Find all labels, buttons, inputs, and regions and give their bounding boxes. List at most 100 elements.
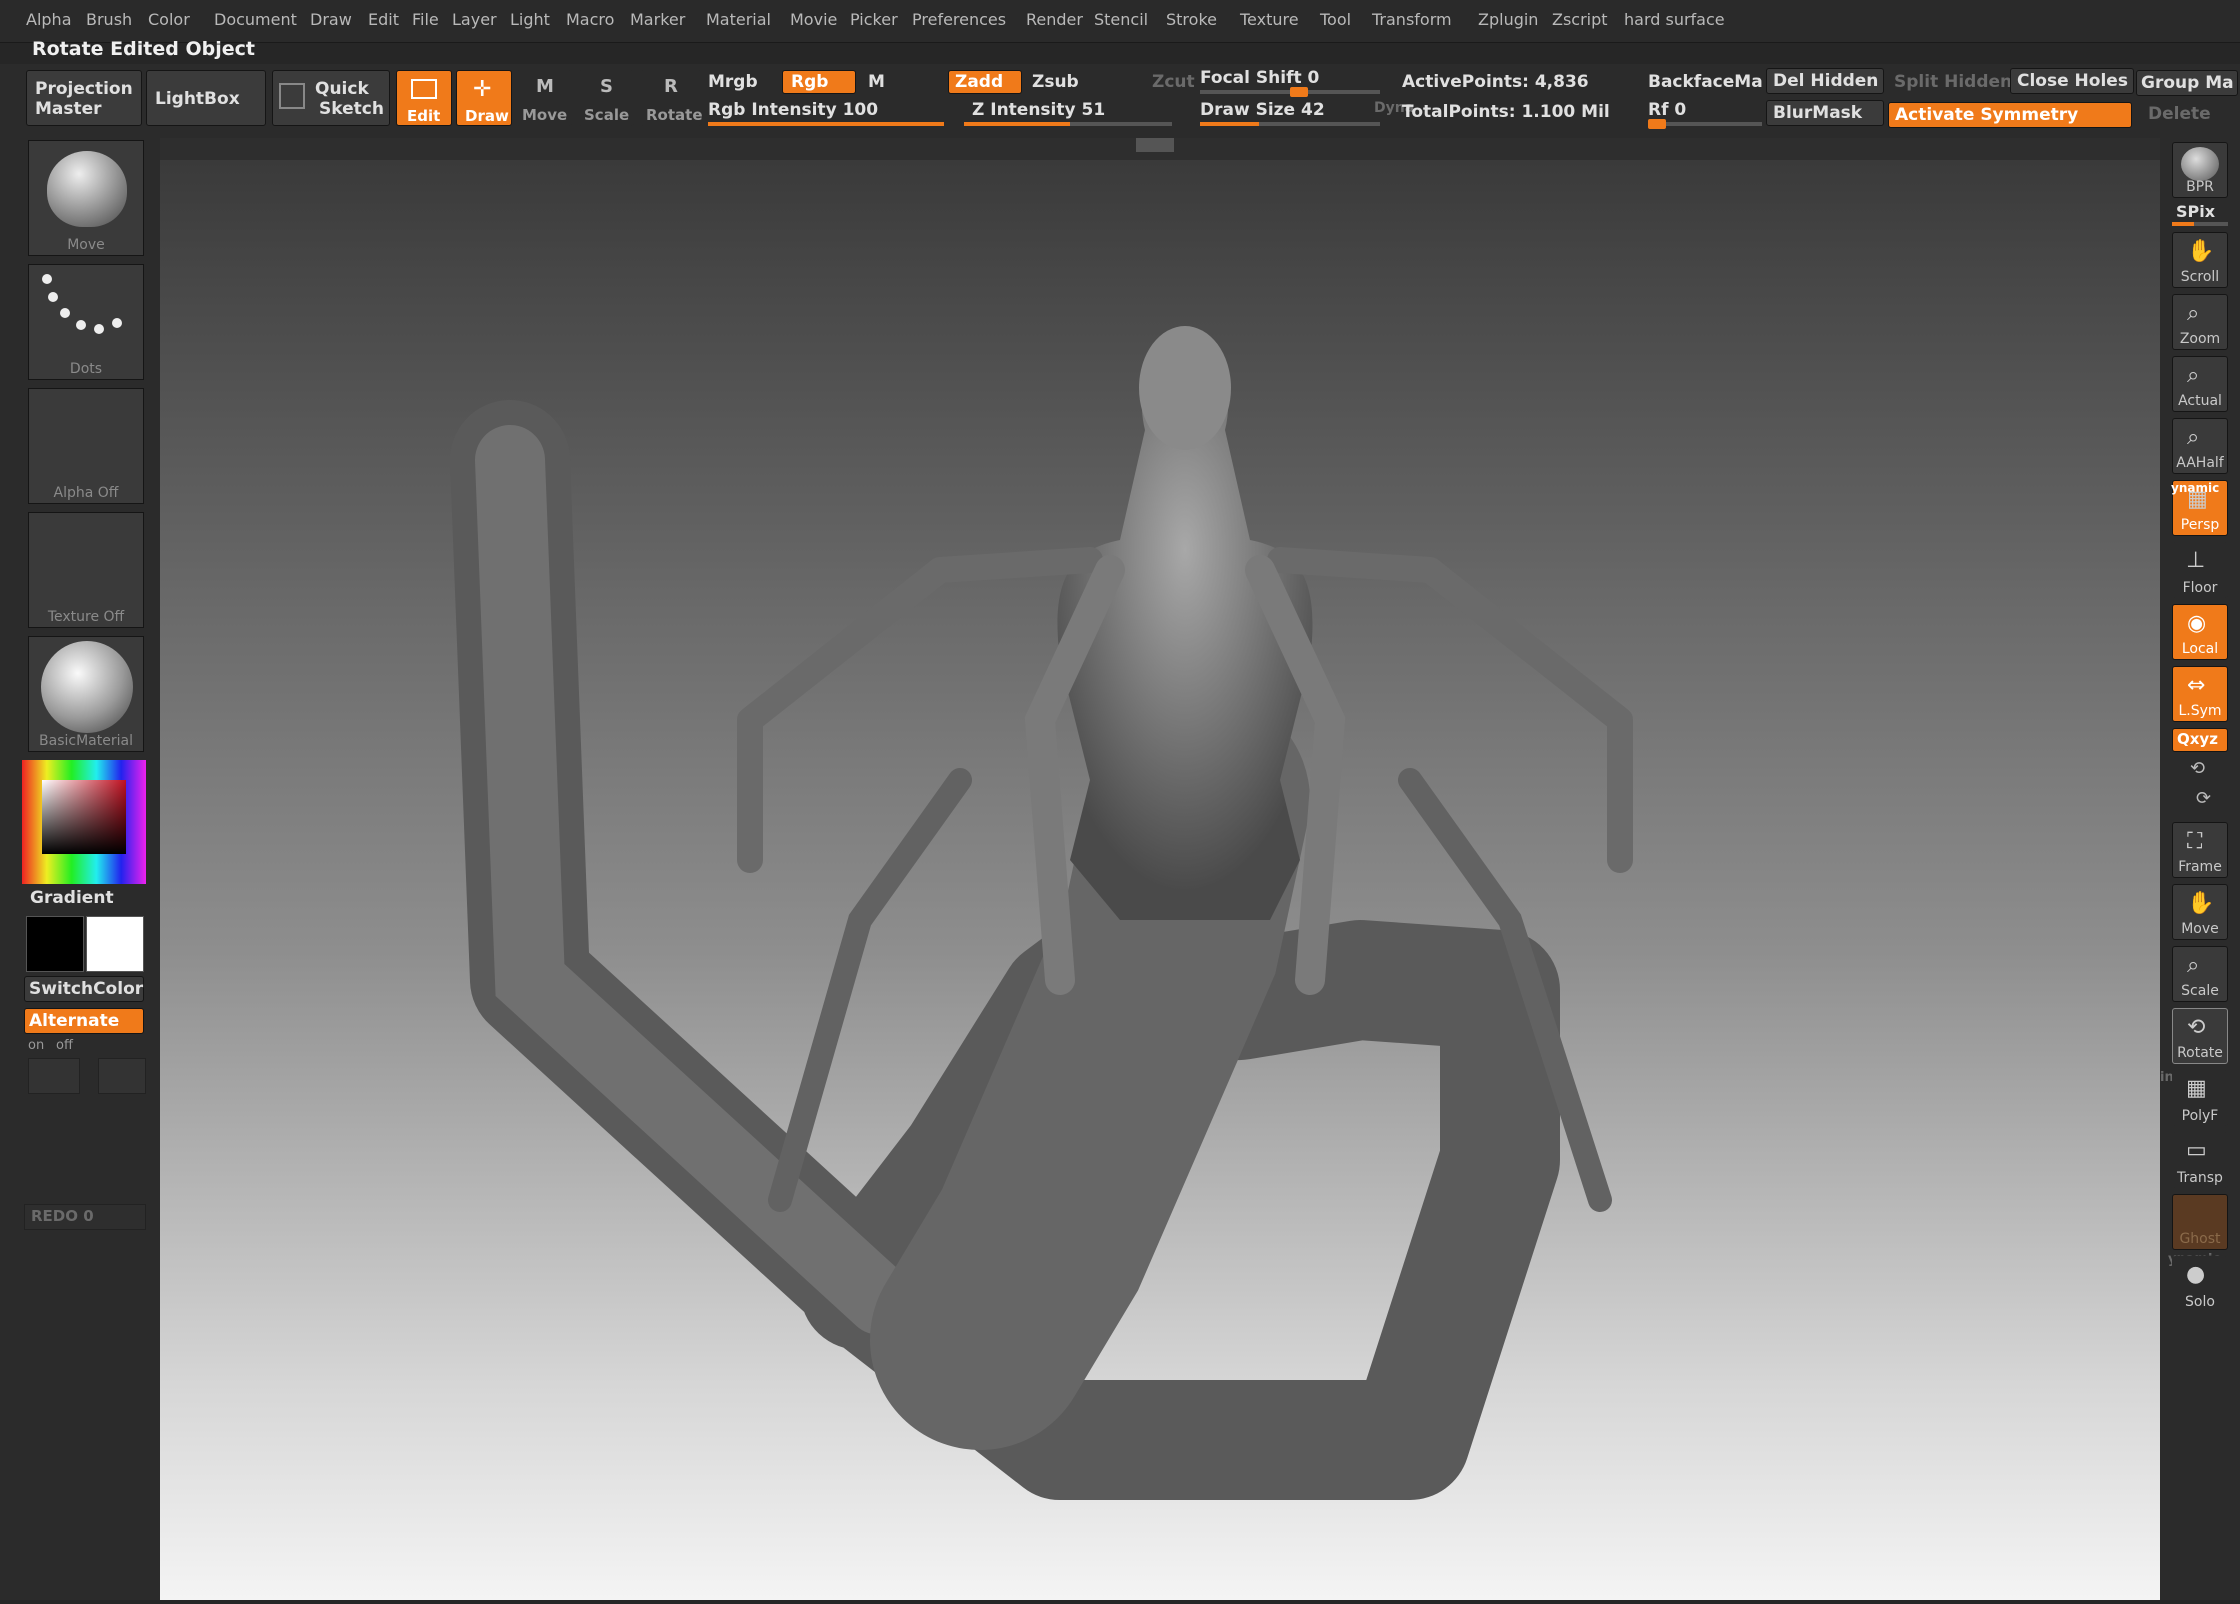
menu-item-alpha[interactable]: Alpha — [26, 10, 72, 29]
xyz-button[interactable]: Qxyz — [2172, 728, 2228, 752]
scroll-handle[interactable] — [1136, 138, 1174, 152]
zoom-button[interactable]: ⌕ Zoom — [2172, 294, 2228, 350]
lsym-button[interactable]: ⇔ L.Sym — [2172, 666, 2228, 722]
menu-item-texture[interactable]: Texture — [1240, 10, 1299, 29]
scale-view-button[interactable]: ⌕ Scale — [2172, 946, 2228, 1002]
rotate-z-icon[interactable]: ⟳ — [2196, 788, 2211, 809]
rotate-view-button[interactable]: ⟲ Rotate — [2172, 1008, 2228, 1064]
zsub-toggle[interactable]: Zsub — [1032, 72, 1079, 92]
alpha-thumbnail[interactable]: Alpha Off — [28, 388, 144, 504]
spix-slider[interactable] — [2172, 222, 2228, 226]
xyz-label: Qxyz — [2177, 730, 2218, 748]
zcut-toggle[interactable]: Zcut — [1152, 72, 1195, 92]
m-toggle[interactable]: M — [868, 72, 885, 92]
menu-item-hard-surface[interactable]: hard surface — [1624, 10, 1725, 29]
menu-item-stencil[interactable]: Stencil — [1094, 10, 1148, 29]
dial-icon-2[interactable] — [98, 1058, 146, 1094]
menu-item-movie[interactable]: Movie — [790, 10, 837, 29]
dial-icon[interactable] — [28, 1058, 80, 1094]
blurmask-button[interactable]: BlurMask — [1766, 100, 1884, 126]
menu-item-picker[interactable]: Picker — [850, 10, 898, 29]
edit-button[interactable]: Edit — [396, 70, 452, 126]
zoom-label: Zoom — [2179, 331, 2221, 347]
move-view-button[interactable]: ✋ Move — [2172, 884, 2228, 940]
rgb-toggle[interactable]: Rgb — [782, 70, 856, 94]
menu-item-color[interactable]: Color — [148, 10, 190, 29]
menu-item-light[interactable]: Light — [510, 10, 550, 29]
delete-button[interactable]: Delete — [2148, 104, 2211, 124]
menu-item-zscript[interactable]: Zscript — [1552, 10, 1608, 29]
mrgb-toggle[interactable]: Mrgb — [708, 72, 758, 92]
stroke-thumbnail[interactable]: Dots — [28, 264, 144, 380]
aahalf-button[interactable]: ⌕ AAHalf — [2172, 418, 2228, 474]
redo-field[interactable]: REDO 0 — [24, 1204, 146, 1230]
solo-button[interactable]: ● Solo — [2172, 1256, 2228, 1312]
menu-item-stroke[interactable]: Stroke — [1166, 10, 1217, 29]
viewport-canvas[interactable] — [160, 160, 2160, 1600]
color-picker[interactable] — [22, 760, 146, 884]
actual-button[interactable]: ⌕ Actual — [2172, 356, 2228, 412]
backface-mask-toggle[interactable]: BackfaceMa — [1648, 72, 1763, 92]
color-square[interactable] — [42, 780, 126, 854]
menu-item-macro[interactable]: Macro — [566, 10, 614, 29]
primary-color-swatch[interactable] — [26, 916, 84, 972]
quick-sketch-button[interactable]: Quick Sketch — [272, 70, 390, 126]
menu-item-tool[interactable]: Tool — [1320, 10, 1351, 29]
menu-item-brush[interactable]: Brush — [86, 10, 132, 29]
floor-button[interactable]: ⊥ Floor — [2172, 542, 2228, 598]
secondary-color-swatch[interactable] — [86, 916, 144, 972]
menu-item-draw[interactable]: Draw — [310, 10, 352, 29]
menu-item-transform[interactable]: Transform — [1372, 10, 1452, 29]
rotate-button[interactable]: R Rotate — [640, 70, 703, 126]
lightbox-button[interactable]: LightBox — [146, 70, 266, 126]
rgb-intensity-slider[interactable] — [708, 122, 944, 126]
rf-slider[interactable] — [1648, 119, 1762, 129]
z-intensity-slider[interactable] — [964, 122, 1172, 126]
scale-icon: ⌕ — [2187, 953, 2200, 978]
aahalf-label: AAHalf — [2176, 455, 2224, 471]
group-masked-button[interactable]: Group Ma — [2136, 70, 2238, 96]
menu-item-edit[interactable]: Edit — [368, 10, 399, 29]
focal-shift-slider[interactable] — [1200, 87, 1380, 97]
rotate-y-icon[interactable]: ⟲ — [2190, 758, 2205, 779]
texture-thumbnail[interactable]: Texture Off — [28, 512, 144, 628]
rotate-label: Rotate — [646, 106, 703, 124]
material-thumbnail[interactable]: BasicMaterial — [28, 636, 144, 752]
zadd-toggle[interactable]: Zadd — [948, 70, 1022, 94]
projection-master-button[interactable]: Projection Master — [26, 70, 142, 126]
alternate-button[interactable]: Alternate — [24, 1008, 144, 1034]
menu-item-marker[interactable]: Marker — [630, 10, 685, 29]
scroll-button[interactable]: ✋ Scroll — [2172, 232, 2228, 288]
menu-item-file[interactable]: File — [412, 10, 439, 29]
move-button[interactable]: M Move — [516, 70, 572, 126]
split-hidden-button[interactable]: Split Hidden — [1894, 72, 2012, 92]
menu-item-zplugin[interactable]: Zplugin — [1478, 10, 1538, 29]
frame-button[interactable]: ⛶ Frame — [2172, 822, 2228, 878]
move-hand-icon: ✋ — [2187, 891, 2215, 916]
local-button[interactable]: ◉ Local — [2172, 604, 2228, 660]
bpr-button[interactable]: BPR — [2172, 142, 2228, 198]
menu-item-layer[interactable]: Layer — [452, 10, 497, 29]
persp-button[interactable]: ynamic ▦ Persp — [2171, 480, 2228, 536]
quick-sketch-label-1: Quick — [315, 79, 369, 99]
menu-item-material[interactable]: Material — [706, 10, 771, 29]
canvas-scrollbar[interactable] — [160, 138, 2160, 160]
model-render — [450, 326, 1633, 1500]
scale-button[interactable]: S Scale — [578, 70, 634, 126]
switchcolor-button[interactable]: SwitchColor — [24, 976, 144, 1002]
close-holes-button[interactable]: Close Holes — [2010, 68, 2134, 94]
polyf-button[interactable]: ▦ PolyF — [2172, 1070, 2228, 1126]
draw-icon: ✛ — [473, 77, 492, 102]
ghost-button[interactable]: Ghost — [2172, 1194, 2228, 1250]
aahalf-icon: ⌕ — [2187, 425, 2200, 450]
brush-thumbnail[interactable]: Move — [28, 140, 144, 256]
del-hidden-button[interactable]: Del Hidden — [1766, 68, 1884, 94]
menu-item-preferences[interactable]: Preferences — [912, 10, 1006, 29]
menu-item-document[interactable]: Document — [214, 10, 297, 29]
transp-button[interactable]: ▭ Transp — [2172, 1132, 2228, 1188]
draw-button[interactable]: ✛ Draw — [456, 70, 512, 126]
scale-label: Scale — [584, 106, 630, 124]
draw-size-slider[interactable] — [1200, 122, 1380, 126]
activate-symmetry-button[interactable]: Activate Symmetry — [1888, 102, 2132, 128]
menu-item-render[interactable]: Render — [1026, 10, 1083, 29]
